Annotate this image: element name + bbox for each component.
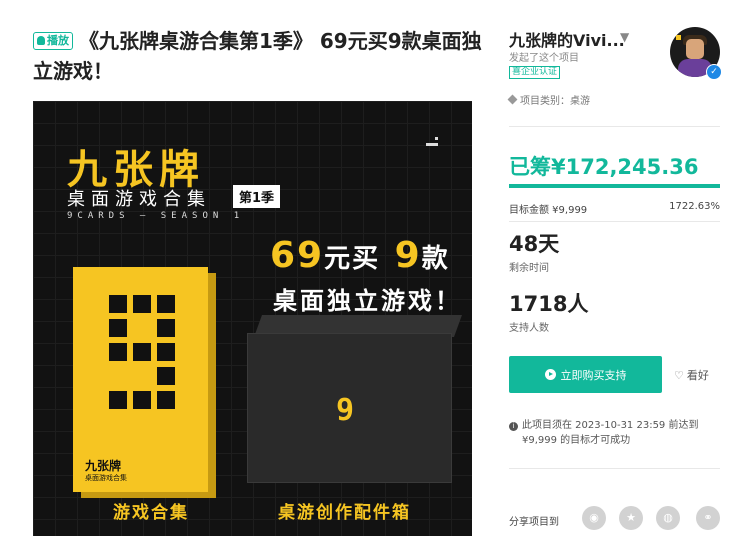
wechat-icon[interactable]: ◍ [656,506,680,530]
creator-name[interactable]: 九张牌的Vivi... [509,27,625,51]
box-brand-label: 九张牌 [85,459,122,473]
box-pixel [109,343,127,361]
funding-progress-bar [509,184,720,188]
mic-icon [37,36,45,45]
dark-box-nine-logo: 9 [336,393,355,428]
box-pixel [133,343,151,361]
backer-count-label: 支持人数 [509,323,549,334]
star-icon[interactable]: ★ [619,506,643,530]
verified-badge: 喜企业认证 [509,66,561,79]
weibo-icon[interactable]: ◉ [582,506,606,530]
project-category[interactable]: 项目类别：桌游 [507,92,590,107]
play-badge[interactable]: 播放 [33,31,73,50]
days-remaining: 48天 [509,232,560,256]
info-icon: i [509,422,518,431]
follow-button[interactable]: ♡ 看好 [674,367,709,383]
amount-raised: 已筹¥172,245.36 [509,155,699,179]
link-icon[interactable]: ⚭ [696,506,720,530]
box-pixel [157,343,175,361]
chevron-down-icon[interactable]: ▼ [620,30,629,44]
project-title: 播放 《九张牌桌游合集第1季》 69元买9款桌面独立游戏！ [33,26,483,86]
box-pixel [109,391,127,409]
box-pixel [157,319,175,337]
goal-amount: 目标金额 ¥9,999 [509,205,588,216]
box-pixel [157,367,175,385]
funding-percent: 1722.63% [669,201,720,212]
divider [509,468,720,469]
creator-action-text: 发起了这个项目 [509,53,579,64]
hero-subtitle: 桌面游戏合集 [67,189,211,210]
divider [509,126,720,127]
hero-season-tag: 第1季 [233,185,281,208]
box-pixel [109,319,127,337]
buy-support-button[interactable]: 立即购买支持 [509,356,662,393]
deadline-notice: i 此项目须在 2023-10-31 23:59 前达到 ¥9,999 的目标才可… [509,418,720,448]
project-title-text: 《九张牌桌游合集第1季》 69元买9款桌面独立游戏！ [33,29,482,83]
hero-corner-mark [426,143,438,146]
share-label: 分享项目到 [509,517,559,528]
box-subtitle-label: 桌面游戏合集 [85,474,127,482]
hero-corner-dot [435,137,438,140]
box-pixel [157,295,175,313]
tag-icon [507,94,518,105]
hero-promo-line2: 桌面独立游戏！ [273,287,462,315]
days-remaining-label: 剩余时间 [509,263,549,274]
hero-promo-line1: 69元买 9款 [270,235,450,276]
hero-image[interactable]: 九张牌 桌面游戏合集 第1季 9CARDS — SEASON 1 69元买 9款… [33,101,472,536]
box-pixel [157,391,175,409]
box-pixel [133,295,151,313]
hero-caption-right: 桌游创作配件箱 [278,503,411,523]
yellow-game-box: 九张牌 桌面游戏合集 [73,267,208,492]
verified-check-icon: ✓ [706,64,722,80]
box-pixel [109,295,127,313]
box-pixel [133,391,151,409]
funding-progress-fill [509,184,720,188]
avatar-face [686,39,704,59]
hero-english-title: 9CARDS — SEASON 1 [67,211,245,221]
avatar-sparkle [676,35,681,40]
play-circle-icon [544,369,556,380]
hero-caption-left: 游戏合集 [113,503,189,523]
project-title-area: 播放 《九张牌桌游合集第1季》 69元买9款桌面独立游戏！ [33,26,483,86]
heart-icon: ♡ [674,369,684,382]
divider [509,221,720,222]
backer-count: 1718人 [509,292,589,316]
